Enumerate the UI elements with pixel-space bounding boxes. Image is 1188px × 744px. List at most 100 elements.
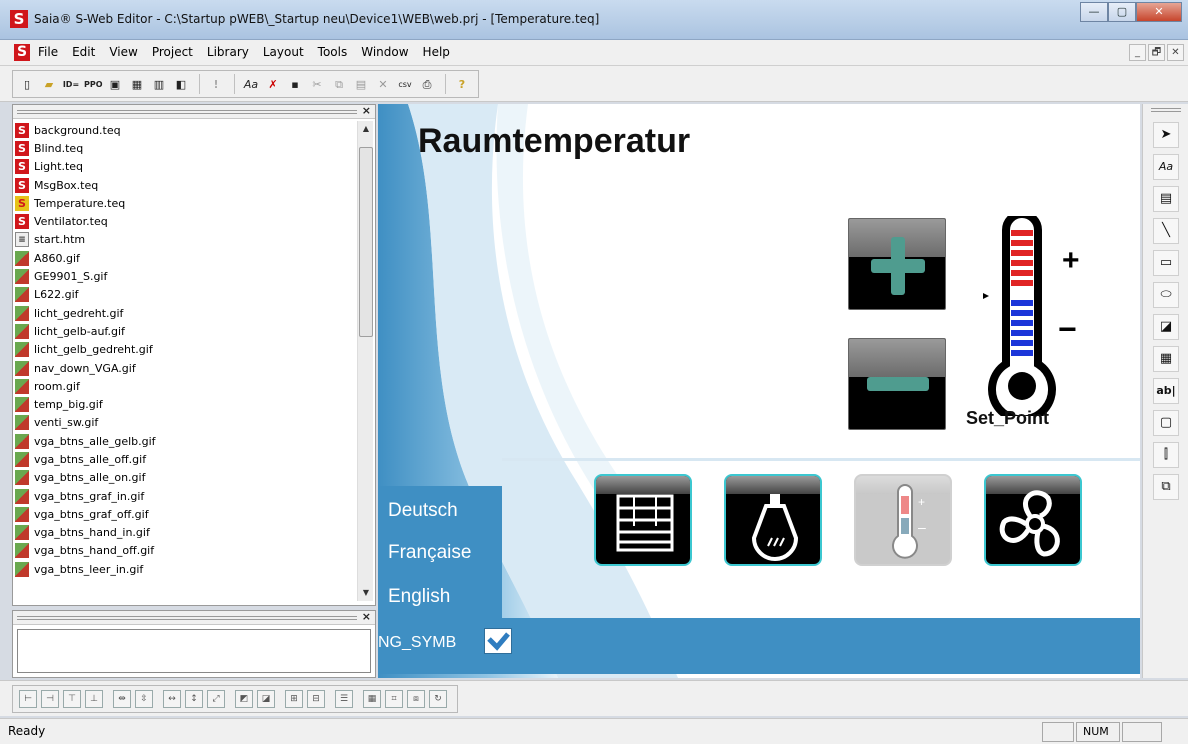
- menu-library[interactable]: Library: [207, 45, 249, 59]
- file-list-item[interactable]: L622.gif: [15, 286, 353, 304]
- file-list-item[interactable]: nav_down_VGA.gif: [15, 359, 353, 377]
- document-logo-icon[interactable]: S: [14, 44, 30, 61]
- doc-restore-button[interactable]: 🗗: [1148, 44, 1165, 61]
- button-tool-icon[interactable]: ▢: [1153, 410, 1179, 436]
- lang-francaise[interactable]: Française: [388, 542, 471, 564]
- file-list-item[interactable]: venti_sw.gif: [15, 414, 353, 432]
- design-canvas[interactable]: Raumtemperatur + − Set_Point Deutsch Fra…: [378, 104, 1140, 678]
- menu-file[interactable]: File: [38, 45, 58, 59]
- print-icon[interactable]: ⎙: [417, 74, 437, 94]
- text-box-icon[interactable]: ▤: [1153, 186, 1179, 212]
- line-tool-icon[interactable]: ╲: [1153, 218, 1179, 244]
- doc-close-button[interactable]: ✕: [1167, 44, 1184, 61]
- file-list-item[interactable]: S Temperature.teq: [15, 194, 353, 212]
- panel-close-icon[interactable]: ×: [362, 104, 371, 117]
- nav-light-button[interactable]: [724, 474, 822, 566]
- lang-english[interactable]: English: [388, 586, 450, 608]
- file-list-item[interactable]: vga_btns_leer_in.gif: [15, 560, 353, 578]
- file-list-item[interactable]: licht_gelb_gedreht.gif: [15, 341, 353, 359]
- file-list-item[interactable]: GE9901_S.gif: [15, 267, 353, 285]
- ellipse-tool-icon[interactable]: ⬭: [1153, 282, 1179, 308]
- grid-toggle-icon[interactable]: ▦: [363, 690, 381, 708]
- menu-window[interactable]: Window: [361, 45, 408, 59]
- build-icon[interactable]: ◧: [171, 74, 191, 94]
- file-list-item[interactable]: S MsgBox.teq: [15, 176, 353, 194]
- same-width-icon[interactable]: ↔: [163, 690, 181, 708]
- align-right-icon[interactable]: ⊣: [41, 690, 59, 708]
- panel-grip[interactable]: [17, 110, 357, 114]
- text-format-icon[interactable]: Aa: [241, 74, 261, 94]
- palette-grip[interactable]: [1151, 108, 1181, 112]
- properties-icon[interactable]: ☰: [335, 690, 353, 708]
- close-button[interactable]: ✕: [1136, 2, 1182, 22]
- menu-project[interactable]: Project: [152, 45, 193, 59]
- file-list-item[interactable]: room.gif: [15, 377, 353, 395]
- snap-grid-icon[interactable]: ⌗: [385, 690, 403, 708]
- maximize-button[interactable]: ▢: [1108, 2, 1136, 22]
- center-vertical-icon[interactable]: ⇳: [135, 690, 153, 708]
- csv-icon[interactable]: csv: [395, 74, 415, 94]
- align-bottom-icon[interactable]: ⊥: [85, 690, 103, 708]
- file-list-item[interactable]: licht_gelb-auf.gif: [15, 322, 353, 340]
- increase-setpoint-button[interactable]: [848, 218, 946, 310]
- menu-edit[interactable]: Edit: [72, 45, 95, 59]
- open-folder-icon[interactable]: ▰: [39, 74, 59, 94]
- output-close-icon[interactable]: ×: [362, 610, 371, 623]
- file-list-item[interactable]: ≡ start.htm: [15, 231, 353, 249]
- grid-icon[interactable]: ▥: [149, 74, 169, 94]
- minimize-button[interactable]: —: [1080, 2, 1108, 22]
- align-top-icon[interactable]: ⊤: [63, 690, 81, 708]
- space-vertical-icon[interactable]: ⊟: [307, 690, 325, 708]
- nav-blinds-button[interactable]: [594, 474, 692, 566]
- scroll-up-icon[interactable]: ▲: [358, 121, 374, 137]
- doc-minimize-button[interactable]: _: [1129, 44, 1146, 61]
- menu-layout[interactable]: Layout: [263, 45, 304, 59]
- slider-tool-icon[interactable]: ⫿: [1153, 442, 1179, 468]
- edit-field-tool-icon[interactable]: ab|: [1153, 378, 1179, 404]
- scroll-thumb[interactable]: [359, 147, 373, 337]
- resize-icon[interactable]: ⧈: [407, 690, 425, 708]
- save-icon[interactable]: ▪: [285, 74, 305, 94]
- menu-view[interactable]: View: [109, 45, 137, 59]
- file-list-item[interactable]: vga_btns_alle_off.gif: [15, 450, 353, 468]
- send-back-icon[interactable]: ◪: [257, 690, 275, 708]
- scroll-down-icon[interactable]: ▼: [358, 585, 374, 601]
- file-list-item[interactable]: vga_btns_graf_in.gif: [15, 487, 353, 505]
- menu-help[interactable]: Help: [423, 45, 450, 59]
- menu-tools[interactable]: Tools: [318, 45, 348, 59]
- file-list-item[interactable]: S Ventilator.teq: [15, 212, 353, 230]
- save-all-icon[interactable]: ▣: [105, 74, 125, 94]
- delete-icon[interactable]: ✕: [373, 74, 393, 94]
- id-button[interactable]: ID=: [61, 74, 81, 94]
- file-list-item[interactable]: temp_big.gif: [15, 395, 353, 413]
- nav-temperature-button[interactable]: + –: [854, 474, 952, 566]
- warning-icon[interactable]: !: [206, 74, 226, 94]
- output-box[interactable]: [17, 629, 371, 673]
- file-list-item[interactable]: S Blind.teq: [15, 139, 353, 157]
- ppo-button[interactable]: PPO: [83, 74, 103, 94]
- file-list-item[interactable]: A860.gif: [15, 249, 353, 267]
- help-icon[interactable]: ?: [452, 74, 472, 94]
- bitmap-tool-icon[interactable]: ◪: [1153, 314, 1179, 340]
- remove-icon[interactable]: ✗: [263, 74, 283, 94]
- panel-grip[interactable]: [17, 616, 357, 620]
- lang-deutsch[interactable]: Deutsch: [388, 500, 458, 522]
- file-list-item[interactable]: vga_btns_alle_on.gif: [15, 469, 353, 487]
- same-height-icon[interactable]: ↕: [185, 690, 203, 708]
- rotate-icon[interactable]: ↻: [429, 690, 447, 708]
- file-list-item[interactable]: S Light.teq: [15, 158, 353, 176]
- paste-icon[interactable]: ▤: [351, 74, 371, 94]
- barcode-tool-icon[interactable]: ▦: [1153, 346, 1179, 372]
- file-list-item[interactable]: licht_gedreht.gif: [15, 304, 353, 322]
- file-list-scrollbar[interactable]: ▲ ▼: [357, 121, 373, 601]
- text-tool-icon[interactable]: Aa: [1153, 154, 1179, 180]
- cut-icon[interactable]: ✂: [307, 74, 327, 94]
- html-icon[interactable]: ▦: [127, 74, 147, 94]
- select-arrow-icon[interactable]: ➤: [1153, 122, 1179, 148]
- nav-ventilator-button[interactable]: [984, 474, 1082, 566]
- checkmark-icon[interactable]: [484, 628, 512, 654]
- rectangle-tool-icon[interactable]: ▭: [1153, 250, 1179, 276]
- file-list-item[interactable]: vga_btns_graf_off.gif: [15, 505, 353, 523]
- copy-icon[interactable]: ⧉: [329, 74, 349, 94]
- bring-front-icon[interactable]: ◩: [235, 690, 253, 708]
